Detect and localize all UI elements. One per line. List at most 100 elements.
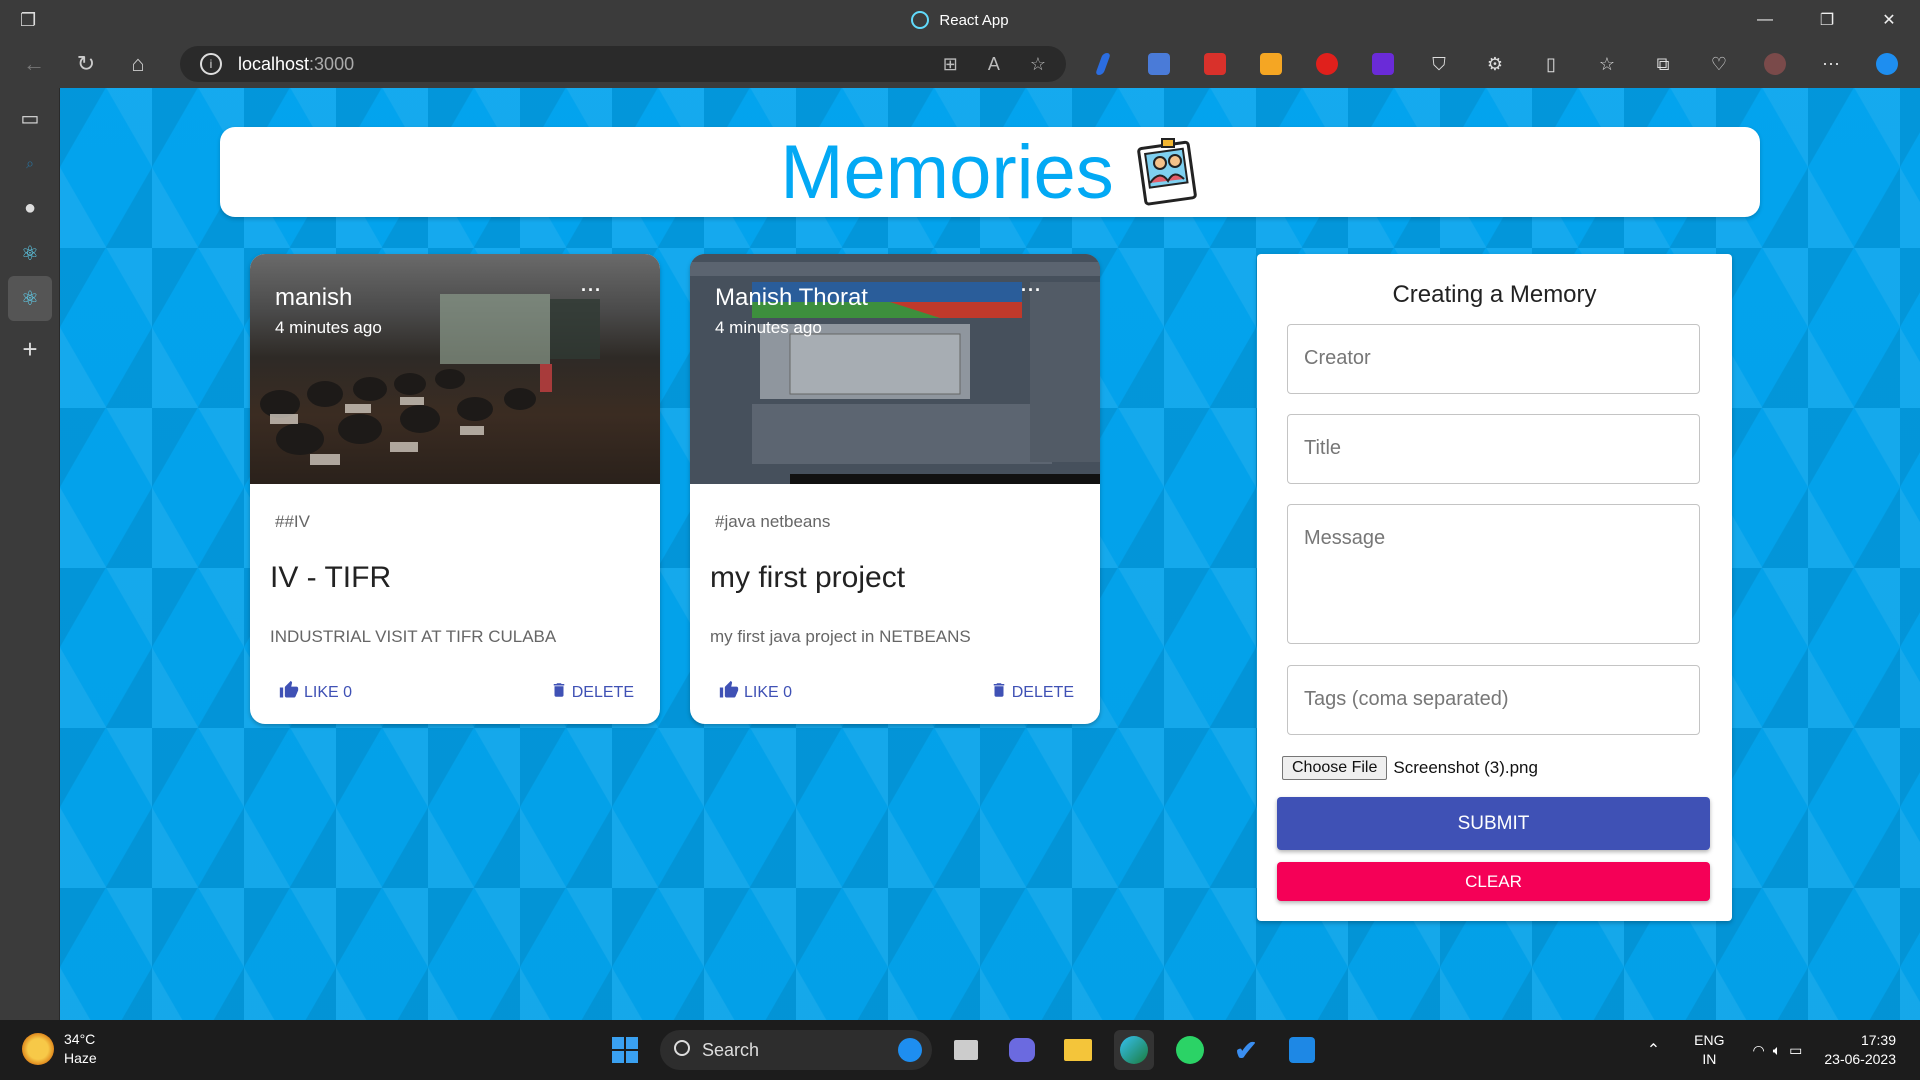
red-hand-extension-icon[interactable] bbox=[1309, 46, 1345, 82]
more-options-icon[interactable]: ⋯ bbox=[1813, 46, 1849, 82]
delete-button[interactable]: DELETE bbox=[990, 680, 1074, 705]
like-label: LIKE 0 bbox=[304, 683, 353, 701]
more-horizontal-icon[interactable]: ··· bbox=[1021, 280, 1042, 301]
volume-icon[interactable]: 🔈︎ bbox=[1773, 1042, 1781, 1059]
submit-button[interactable]: SUBMIT bbox=[1277, 797, 1710, 850]
home-icon[interactable]: ⌂ bbox=[112, 44, 164, 84]
search-sidebar-icon[interactable]: ⌕ bbox=[0, 141, 60, 186]
choose-file-button[interactable]: Choose File bbox=[1282, 756, 1388, 780]
creator-placeholder: Creator bbox=[1304, 347, 1371, 369]
tabs-sidebar-icon[interactable]: ▭ bbox=[0, 96, 60, 141]
performance-icon[interactable]: ♡ bbox=[1701, 46, 1737, 82]
system-tray: ⌃ ENG IN ◠ 🔈︎ ▭ 17:39 23-06-2023 bbox=[1647, 1020, 1920, 1080]
weather-widget[interactable]: 34°C Haze bbox=[22, 1030, 97, 1068]
memory-image: manish 4 minutes ago ··· bbox=[250, 254, 660, 484]
taskbar-search[interactable]: Search bbox=[660, 1030, 932, 1070]
refresh-icon[interactable]: ↻ bbox=[60, 44, 112, 84]
vscode-icon[interactable] bbox=[1282, 1030, 1322, 1070]
bing-copilot-icon[interactable] bbox=[1869, 46, 1905, 82]
language-indicator[interactable]: ENG IN bbox=[1694, 1031, 1724, 1069]
memory-image: Manish Thorat 4 minutes ago ··· bbox=[690, 254, 1100, 484]
browser-title-bar: ❐ React App — ❐ ✕ bbox=[0, 0, 1920, 40]
edge-browser-icon[interactable] bbox=[1114, 1030, 1154, 1070]
github-icon[interactable]: ● bbox=[0, 186, 60, 231]
react-tab-icon[interactable]: ⚛ bbox=[0, 231, 60, 276]
battery-icon[interactable]: ▭ bbox=[1789, 1042, 1802, 1059]
site-info-icon[interactable]: i bbox=[200, 53, 222, 75]
app-available-icon[interactable]: ⊞ bbox=[943, 54, 958, 75]
post-time: 4 minutes ago bbox=[275, 318, 382, 337]
taskbar-search-label: Search bbox=[702, 1039, 760, 1060]
card-overlay: Manish Thorat 4 minutes ago bbox=[715, 284, 868, 338]
split-screen-icon[interactable]: ▯ bbox=[1533, 46, 1569, 82]
thumb-up-icon bbox=[718, 680, 740, 705]
delete-label: DELETE bbox=[571, 683, 634, 701]
post-tags: ##IV bbox=[275, 512, 310, 531]
add-tab-icon[interactable]: + bbox=[0, 327, 60, 372]
form-title: Creating a Memory bbox=[1392, 281, 1597, 308]
react-favicon-icon bbox=[911, 11, 930, 29]
thumb-up-icon bbox=[278, 680, 300, 705]
language-primary: ENG bbox=[1694, 1032, 1725, 1048]
extensions-bar: ⛉ ⚙ ▯ ☆ ⧉ ♡ ⋯ bbox=[1085, 46, 1905, 82]
windows-start-icon[interactable] bbox=[605, 1030, 645, 1070]
browser-sidebar: ▭ ⌕ ● ⚛ ⚛ + bbox=[0, 88, 60, 1020]
post-tags: #java netbeans bbox=[715, 512, 831, 531]
shield-extension-icon[interactable]: ⛉ bbox=[1421, 46, 1457, 82]
minimize-icon[interactable]: — bbox=[1734, 0, 1796, 40]
more-horizontal-icon[interactable]: ··· bbox=[581, 280, 602, 301]
title-placeholder: Title bbox=[1304, 437, 1342, 459]
like-button[interactable]: LIKE 0 bbox=[278, 680, 352, 705]
url-port: :3000 bbox=[309, 53, 355, 74]
file-name: Screenshot (3).png bbox=[1393, 758, 1538, 777]
clear-button[interactable]: CLEAR bbox=[1277, 862, 1710, 901]
clock[interactable]: 17:39 23-06-2023 bbox=[1824, 1031, 1896, 1069]
tab-actions-icon[interactable]: ❐ bbox=[20, 10, 42, 32]
task-view-icon[interactable] bbox=[946, 1030, 986, 1070]
page-content: Memories manish 4 minutes ago ··· ##IV I… bbox=[60, 88, 1920, 1020]
address-bar[interactable]: i localhost:3000 ⊞ A ☆ bbox=[180, 46, 1066, 82]
file-explorer-icon[interactable] bbox=[1058, 1030, 1098, 1070]
react-tab-active-icon[interactable]: ⚛ bbox=[8, 276, 52, 321]
post-creator: manish bbox=[275, 284, 353, 311]
restore-icon[interactable]: ❐ bbox=[1796, 0, 1858, 40]
like-label: LIKE 0 bbox=[744, 683, 793, 701]
favorites-icon[interactable]: ☆ bbox=[1589, 46, 1625, 82]
extensions-icon[interactable]: ⚙ bbox=[1477, 46, 1513, 82]
creator-field[interactable]: Creator bbox=[1287, 324, 1700, 394]
file-input: Choose File Screenshot (3).png bbox=[1282, 756, 1538, 780]
show-hidden-icons-icon[interactable]: ⌃ bbox=[1647, 1040, 1660, 1060]
back-icon[interactable]: ← bbox=[8, 44, 60, 84]
teams-chat-icon[interactable] bbox=[1002, 1030, 1042, 1070]
windows-taskbar: 34°C Haze Search ✔ ⌃ ENG IN ◠ 🔈︎ ▭ 17:39… bbox=[0, 1020, 1920, 1080]
bing-search-icon bbox=[898, 1038, 922, 1062]
memory-card: Manish Thorat 4 minutes ago ··· #java ne… bbox=[690, 254, 1100, 724]
translate-extension-icon[interactable] bbox=[1141, 46, 1177, 82]
favorite-star-icon[interactable]: ☆ bbox=[1030, 54, 1046, 75]
read-aloud-icon[interactable]: A bbox=[988, 54, 1000, 75]
like-button[interactable]: LIKE 0 bbox=[718, 680, 792, 705]
todo-check-icon[interactable]: ✔ bbox=[1226, 1030, 1266, 1070]
title-field[interactable]: Title bbox=[1287, 414, 1700, 484]
post-title: IV - TIFR bbox=[270, 561, 392, 594]
message-field[interactable]: Message bbox=[1287, 504, 1700, 644]
delete-label: DELETE bbox=[1011, 683, 1074, 701]
wifi-icon[interactable]: ◠ bbox=[1753, 1042, 1765, 1059]
tags-placeholder: Tags (coma separated) bbox=[1304, 688, 1509, 710]
pen-extension-icon[interactable] bbox=[1085, 46, 1121, 82]
delete-button[interactable]: DELETE bbox=[550, 680, 634, 705]
purple-extension-icon[interactable] bbox=[1365, 46, 1401, 82]
search-icon bbox=[674, 1040, 690, 1056]
tags-field[interactable]: Tags (coma separated) bbox=[1287, 665, 1700, 735]
card-overlay: manish 4 minutes ago bbox=[275, 284, 382, 338]
bug-extension-icon[interactable] bbox=[1197, 46, 1233, 82]
window-controls: — ❐ ✕ bbox=[1734, 0, 1920, 40]
post-time: 4 minutes ago bbox=[715, 318, 822, 337]
memories-logo-icon bbox=[1136, 137, 1200, 207]
profile-avatar-icon[interactable] bbox=[1757, 46, 1793, 82]
whatsapp-icon[interactable] bbox=[1170, 1030, 1210, 1070]
collections-icon[interactable]: ⧉ bbox=[1645, 46, 1681, 82]
language-region: IN bbox=[1702, 1051, 1717, 1067]
close-icon[interactable]: ✕ bbox=[1858, 0, 1920, 40]
orange-extension-icon[interactable] bbox=[1253, 46, 1289, 82]
